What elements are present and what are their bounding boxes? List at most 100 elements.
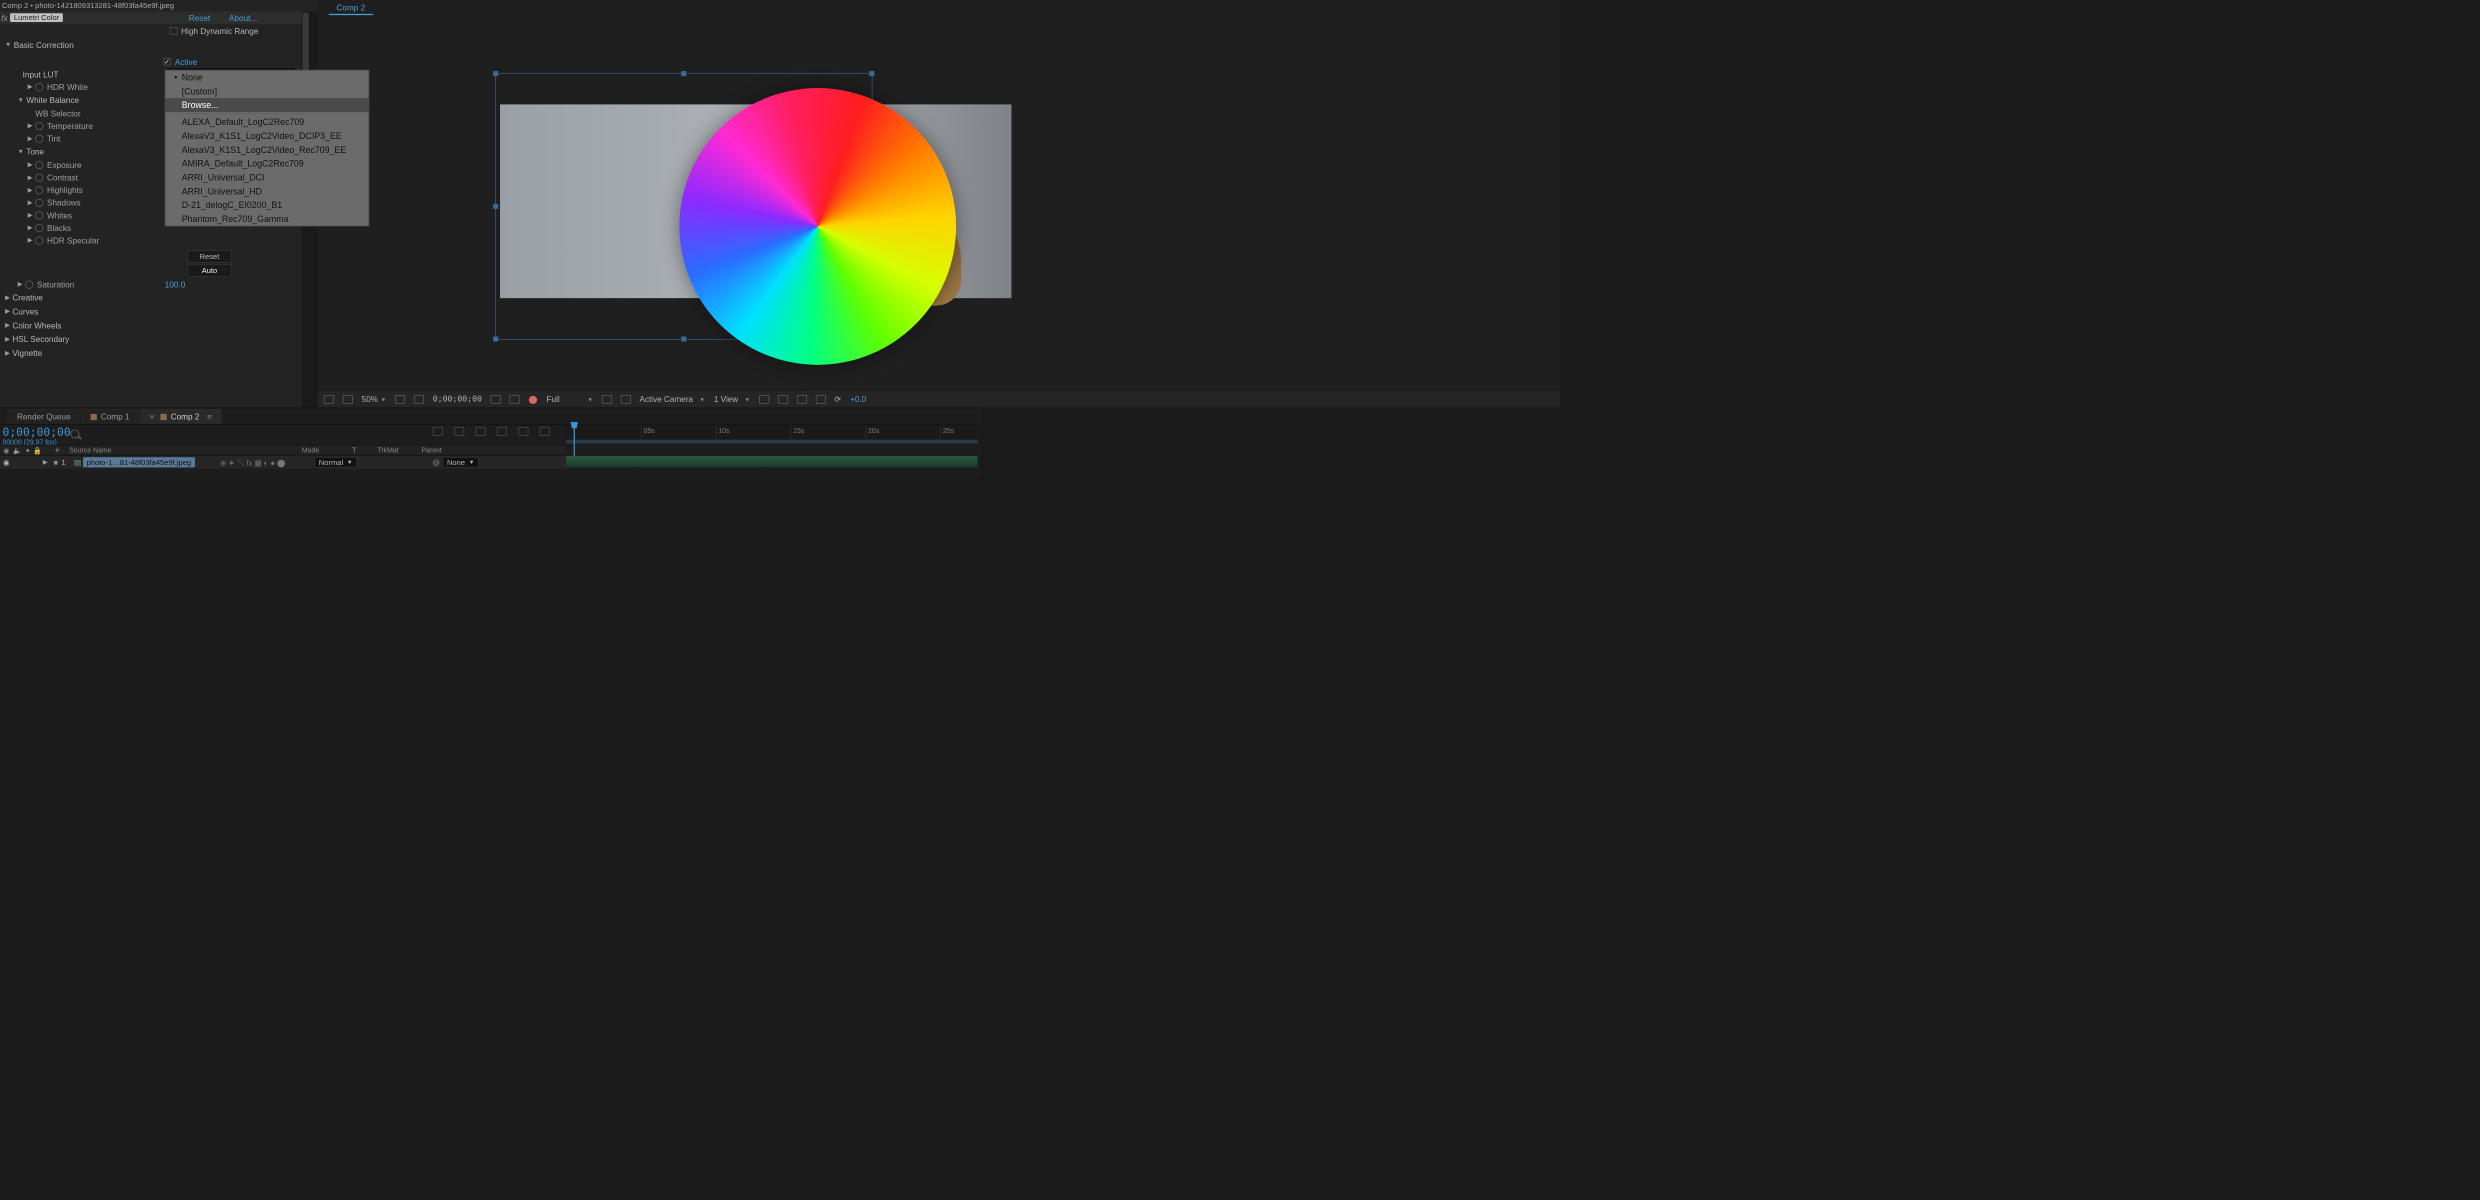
channels-icon[interactable] — [510, 395, 520, 404]
lut-option-none[interactable]: None — [165, 70, 368, 84]
stopwatch-icon[interactable] — [35, 224, 43, 232]
work-area-bar[interactable] — [566, 440, 977, 444]
hdr-white-label: HDR White — [47, 82, 88, 91]
flowchart-icon[interactable] — [816, 395, 826, 404]
guide-icon[interactable] — [395, 395, 405, 404]
timeline-panel: Render Queue Comp 1 ×Comp 2≡ 0;00;00;00 … — [0, 408, 981, 478]
eye-toggle[interactable]: ◉ — [0, 458, 13, 467]
panel-menu-icon[interactable]: ≡ — [207, 412, 212, 421]
monitor-icon[interactable] — [343, 395, 353, 404]
layer-duration-bar[interactable] — [566, 456, 977, 467]
stopwatch-icon[interactable] — [35, 198, 43, 206]
fast-preview-icon[interactable] — [778, 395, 788, 404]
zoom-value: 50% — [362, 394, 378, 403]
blend-mode-dropdown[interactable]: Normal▼ — [314, 457, 357, 467]
lut-option[interactable]: ARRI_Universal_HD — [165, 184, 368, 198]
table-row[interactable]: ◉ ▶ ■ 1 ▤ photo-1…81-48f03fa45e9f.jpeg ⊕… — [0, 456, 566, 469]
mask-icon[interactable] — [414, 395, 424, 404]
effect-name-badge[interactable]: Lumetri Color — [10, 13, 63, 22]
composition-viewer: Comp 2 50%▼ 0;00;00;00 ⬤ Full▼ Active Ca… — [318, 0, 1560, 408]
whites-label: Whites — [47, 210, 72, 219]
disclosure-right-icon: ▶ — [28, 83, 33, 90]
section-creative[interactable]: ▶Creative — [0, 291, 302, 305]
ruler-label: 25s — [943, 427, 954, 435]
color-mgmt-icon[interactable]: ⬤ — [529, 394, 538, 404]
menu-separator — [165, 113, 368, 114]
solo-icon[interactable]: ● — [23, 447, 33, 455]
timeline-icon[interactable] — [797, 395, 807, 404]
creative-label: Creative — [12, 293, 42, 302]
lut-option-custom[interactable]: [Custom] — [165, 84, 368, 98]
pixel-aspect-icon[interactable] — [759, 395, 769, 404]
lut-option[interactable]: AlexaV3_K1S1_LogC2Video_Rec709_EE — [165, 143, 368, 157]
stopwatch-icon[interactable] — [35, 83, 43, 91]
toggle-alpha-icon[interactable] — [324, 395, 334, 404]
effect-panel-tab[interactable]: Comp 2 • photo-1421809313281-48f03fa45e9… — [0, 0, 318, 11]
temperature-label: Temperature — [47, 121, 93, 130]
stopwatch-icon[interactable] — [35, 211, 43, 219]
zoom-dropdown[interactable]: 50%▼ — [362, 394, 387, 403]
search-icon[interactable] — [70, 430, 79, 439]
parent-dropdown[interactable]: None▼ — [443, 457, 479, 467]
lut-option[interactable]: AlexaV3_K1S1_LogC2Video_DCIP3_EE — [165, 129, 368, 143]
stopwatch-icon[interactable] — [35, 161, 43, 169]
lut-option[interactable]: D-21_delogC_EI0200_B1 — [165, 198, 368, 212]
exposure-value[interactable]: +0.0 — [850, 394, 866, 403]
lut-option[interactable]: AMIRA_Default_LogC2Rec709 — [165, 157, 368, 171]
roi-icon[interactable] — [602, 395, 612, 404]
graph-editor-icon[interactable] — [518, 427, 528, 436]
hdr-checkbox[interactable] — [170, 27, 178, 35]
active-checkbox[interactable] — [164, 58, 172, 66]
wb-selector-label: WB Selector — [35, 109, 80, 118]
speaker-icon[interactable]: 🔈 — [13, 446, 23, 454]
lock-icon[interactable]: 🔒 — [33, 446, 43, 454]
lut-option[interactable]: Phantom_Rec709_Gamma — [165, 212, 368, 226]
motion-blur-icon[interactable] — [497, 427, 507, 436]
tab-render-queue[interactable]: Render Queue — [8, 409, 81, 424]
time-ruler[interactable]: 05s10s15s20s25s — [566, 425, 977, 440]
about-link[interactable]: About... — [229, 13, 257, 22]
lut-option[interactable]: ARRI_Universal_DCI — [165, 170, 368, 184]
blacks-label: Blacks — [47, 223, 71, 232]
reset-link[interactable]: Reset — [189, 13, 210, 22]
section-color-wheels[interactable]: ▶Color Wheels — [0, 318, 302, 332]
section-basic-correction[interactable]: ▼ Basic Correction — [0, 38, 302, 52]
camera-dropdown[interactable]: Active Camera▼ — [639, 394, 705, 403]
section-hsl[interactable]: ▶HSL Secondary — [0, 332, 302, 346]
stopwatch-icon[interactable] — [35, 122, 43, 130]
resolution-dropdown[interactable]: Full▼ — [546, 394, 592, 403]
close-icon[interactable]: × — [150, 412, 155, 421]
current-timecode[interactable]: 0;00;00;00 — [433, 394, 482, 403]
saturation-value[interactable]: 100.0 — [165, 280, 185, 289]
stopwatch-icon[interactable] — [25, 280, 33, 288]
eye-icon[interactable]: ◉ — [0, 446, 13, 454]
frame-blend-icon[interactable] — [476, 427, 486, 436]
tab-comp1[interactable]: Comp 1 — [81, 409, 139, 424]
section-curves[interactable]: ▶Curves — [0, 304, 302, 318]
snapshot-icon[interactable] — [491, 395, 501, 404]
stopwatch-icon[interactable] — [35, 236, 43, 244]
pickwhip-icon[interactable]: @ — [432, 458, 440, 467]
draft3d-icon[interactable] — [454, 427, 464, 436]
transparency-grid-icon[interactable] — [621, 395, 631, 404]
stopwatch-icon[interactable] — [35, 134, 43, 142]
lut-option-browse[interactable]: Browse... — [165, 98, 368, 112]
layer-disclosure-icon[interactable]: ▶ — [43, 459, 48, 466]
stopwatch-icon[interactable] — [35, 186, 43, 194]
brainstorm-icon[interactable] — [540, 427, 550, 436]
layer-name[interactable]: photo-1…81-48f03fa45e9f.jpeg — [83, 457, 195, 467]
tone-reset-button[interactable]: Reset — [187, 250, 231, 263]
camera-value: Active Camera — [639, 394, 693, 403]
switch-icons[interactable]: ⊕ ✶ ＼ fx ▦ ◐ ● ⬤ — [220, 457, 295, 468]
stopwatch-icon[interactable] — [35, 173, 43, 181]
layer-color-icon[interactable]: ■ — [50, 458, 61, 467]
refresh-icon[interactable]: ⟳ — [834, 394, 841, 404]
comp-mini-flowchart-icon[interactable] — [433, 427, 443, 436]
hdr-label: High Dynamic Range — [181, 26, 258, 35]
tab-comp2[interactable]: ×Comp 2≡ — [140, 409, 221, 424]
section-vignette[interactable]: ▶Vignette — [0, 346, 302, 360]
views-dropdown[interactable]: 1 View▼ — [714, 394, 750, 403]
lut-option[interactable]: ALEXA_Default_LogC2Rec709 — [165, 115, 368, 129]
tone-auto-button[interactable]: Auto — [187, 264, 231, 277]
viewer-tab-comp2[interactable]: Comp 2 — [329, 1, 373, 15]
